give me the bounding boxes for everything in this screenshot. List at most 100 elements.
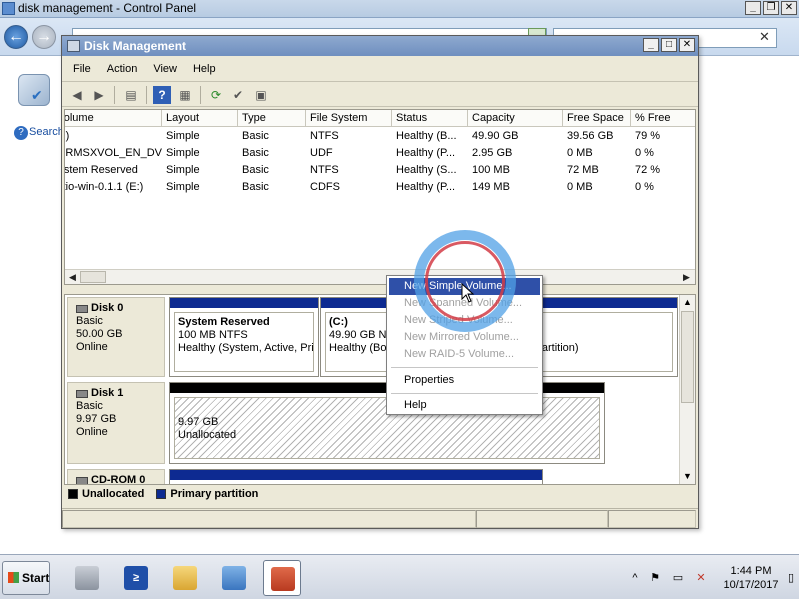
taskbar-disk-management[interactable] — [263, 560, 301, 596]
scroll-left-arrow-icon[interactable]: ◀ — [66, 271, 79, 283]
disk-state: Online — [76, 341, 108, 353]
clear-search-icon[interactable]: ✕ — [759, 29, 770, 45]
cell-percent-free: 79 % — [635, 130, 661, 142]
column-header-capacity[interactable]: Capacity — [468, 110, 563, 127]
column-header-status[interactable]: Status — [392, 110, 468, 127]
forward-button[interactable]: → — [32, 25, 56, 49]
cell-capacity: 100 MB — [472, 164, 510, 176]
table-row[interactable]: GRMSXVOL_EN_DV... Simple Basic UDF Healt… — [65, 145, 695, 162]
control-panel-icon — [222, 566, 246, 590]
cell-status: Healthy (B... — [396, 130, 457, 142]
menu-help[interactable]: Help — [185, 58, 224, 80]
taskbar-control-panel[interactable] — [215, 560, 253, 596]
column-header-file-system[interactable]: File System — [306, 110, 392, 127]
legend-label-primary: Primary partition — [170, 488, 259, 500]
menu-item-new-raid5-volume[interactable]: New RAID-5 Volume... — [389, 346, 540, 363]
disk-1-label[interactable]: Disk 1 Basic 9.97 GB Online — [67, 382, 165, 464]
horizontal-scrollbar[interactable]: ◀ ▶ — [65, 269, 695, 284]
forward-arrow-icon[interactable]: ▶ — [90, 86, 108, 104]
cdrom-0-label[interactable]: CD-ROM 0 — [67, 469, 165, 484]
disk-type: Basic — [76, 315, 103, 327]
cell-layout: Simple — [166, 130, 200, 142]
back-arrow-icon[interactable]: ◀ — [68, 86, 86, 104]
scroll-up-arrow-icon[interactable]: ▲ — [681, 296, 694, 308]
cell-free-space: 39.56 GB — [567, 130, 614, 142]
refresh-icon[interactable]: ⟳ — [207, 86, 225, 104]
close-button[interactable]: ✕ — [679, 38, 695, 52]
status-bar — [62, 508, 698, 528]
column-header-volume[interactable]: Volume — [65, 110, 162, 127]
back-button[interactable]: ← — [4, 25, 28, 49]
cell-volume: (C:) — [65, 130, 70, 142]
menu-item-properties[interactable]: Properties — [389, 372, 540, 389]
show-hide-console-tree-icon[interactable]: ▤ — [122, 86, 140, 104]
mouse-cursor-icon — [461, 283, 475, 303]
scrollbar-thumb[interactable] — [80, 271, 106, 283]
close-button[interactable]: ✕ — [781, 1, 797, 15]
partition-cdrom[interactable] — [169, 469, 543, 484]
taskbar-explorer[interactable] — [166, 560, 204, 596]
cell-capacity: 2.95 GB — [472, 147, 513, 159]
disk-drive-icon — [76, 389, 88, 398]
disk-drive-icon — [76, 304, 88, 313]
cell-volume: virtio-win-0.1.1 (E:) — [65, 181, 144, 193]
menu-view[interactable]: View — [145, 58, 185, 80]
partition-detail: 100 MB NTFS — [178, 329, 248, 341]
toolbar-separator — [114, 86, 115, 104]
restore-button[interactable]: ❐ — [763, 1, 779, 15]
minimize-button[interactable]: _ — [643, 38, 659, 52]
partition-system-reserved[interactable]: System Reserved 100 MB NTFS Healthy (Sys… — [169, 297, 319, 377]
table-row[interactable]: System Reserved Simple Basic NTFS Health… — [65, 162, 695, 179]
control-panel-content — [700, 56, 799, 554]
cell-percent-free: 0 % — [635, 147, 654, 159]
action-pane-icon[interactable]: ▦ — [176, 86, 194, 104]
table-row[interactable]: virtio-win-0.1.1 (E:) Simple Basic CDFS … — [65, 179, 695, 196]
show-desktop-icon[interactable]: ▯ — [784, 571, 798, 585]
show-hidden-icons-icon[interactable]: ^ — [628, 571, 642, 585]
column-header-percent-free[interactable]: % Free — [631, 110, 695, 127]
disk-state: Online — [76, 426, 108, 438]
disk-0-label[interactable]: Disk 0 Basic 50.00 GB Online — [67, 297, 165, 377]
action-center-flag-icon[interactable]: ⚑ — [648, 571, 662, 585]
toolbar-separator — [200, 86, 201, 104]
toolbar: ◀ ▶ ▤ ? ▦ ⟳ ✔ ▣ — [62, 81, 698, 107]
cell-free-space: 72 MB — [567, 164, 599, 176]
menu-item-help[interactable]: Help — [389, 397, 540, 414]
status-segment — [476, 510, 608, 528]
legend-swatch-unallocated — [68, 489, 78, 499]
column-header-layout[interactable]: Layout — [162, 110, 238, 127]
cell-percent-free: 0 % — [635, 181, 654, 193]
menu-action[interactable]: Action — [99, 58, 146, 80]
properties-icon[interactable]: ▣ — [252, 86, 270, 104]
menu-file[interactable]: File — [62, 58, 99, 80]
taskbar-powershell[interactable]: ≥ — [117, 560, 155, 596]
search-help-link[interactable]: ? Search — [14, 126, 64, 140]
taskbar-server-manager[interactable] — [68, 560, 106, 596]
maximize-button[interactable]: □ — [661, 38, 677, 52]
clock[interactable]: 1:44 PM 10/17/2017 — [716, 564, 786, 592]
scrollbar-thumb[interactable] — [681, 311, 694, 403]
table-row[interactable]: (C:) Simple Basic NTFS Healthy (B... 49.… — [65, 128, 695, 145]
network-icon[interactable]: ▭ — [671, 571, 685, 585]
control-panel-task-icon[interactable] — [18, 74, 50, 106]
scroll-down-arrow-icon[interactable]: ▼ — [681, 470, 694, 482]
start-button[interactable]: Start — [2, 561, 50, 595]
help-icon[interactable]: ? — [153, 86, 171, 104]
column-header-free-space[interactable]: Free Space — [563, 110, 631, 127]
primary-partition-bar — [170, 298, 318, 308]
cell-file-system: CDFS — [310, 181, 340, 193]
volume-muted-icon[interactable]: ✕ — [694, 571, 708, 585]
column-header-type[interactable]: Type — [238, 110, 306, 127]
partition-detail: 9.97 GB — [178, 416, 219, 428]
minimize-button[interactable]: _ — [745, 1, 761, 15]
click-indicator-inner-ring — [425, 241, 505, 321]
control-panel-app-icon — [2, 2, 15, 15]
vertical-scrollbar[interactable]: ▲ ▼ — [679, 295, 695, 484]
cell-file-system: NTFS — [310, 130, 339, 142]
disk-management-icon — [271, 567, 295, 591]
volume-list: Volume Layout Type File System Status Ca… — [64, 109, 696, 285]
cell-status: Healthy (P... — [396, 147, 456, 159]
scroll-right-arrow-icon[interactable]: ▶ — [680, 271, 693, 283]
taskbar: Start ≥ ^ ⚑ ▭ ✕ 1:44 PM 10/17/2017 ▯ — [0, 554, 799, 599]
rescan-disks-icon[interactable]: ✔ — [229, 86, 247, 104]
